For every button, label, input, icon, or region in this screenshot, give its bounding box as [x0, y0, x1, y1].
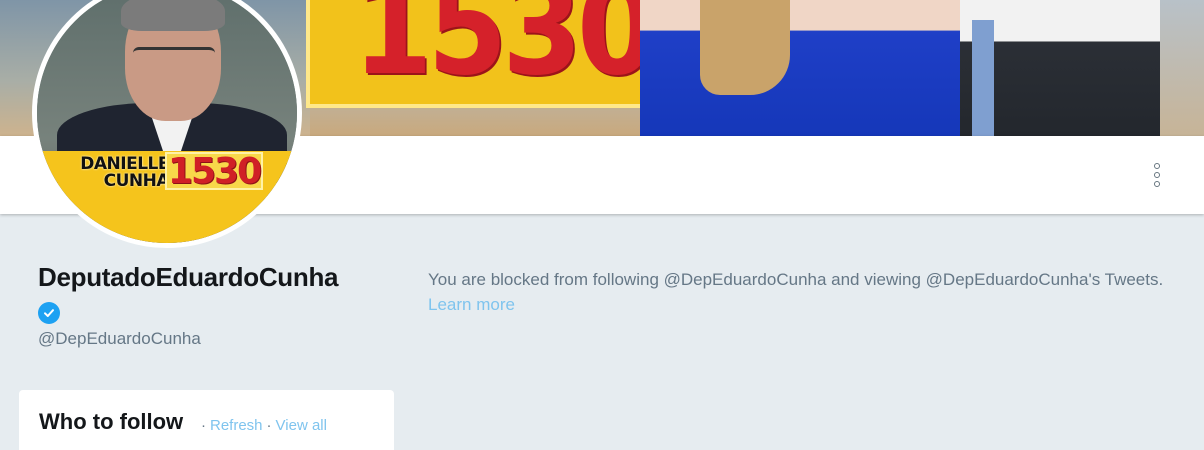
avatar-hair — [121, 0, 225, 31]
banner-tie — [972, 20, 994, 136]
profile-name[interactable]: DeputadoEduardoCunha — [38, 262, 339, 293]
view-all-link[interactable]: View all — [276, 417, 327, 434]
banner-woman — [640, 0, 1000, 136]
profile-avatar[interactable]: DANIELLE CUNHA 1530 — [32, 0, 302, 248]
avatar-campaign-number: 1530 — [165, 151, 263, 192]
profile-screen-name[interactable]: @DepEduardoCunha — [38, 329, 201, 349]
who-to-follow-links: · Refresh · View all — [197, 417, 327, 434]
avatar-campaign-name: DANIELLE CUNHA — [69, 156, 169, 190]
banner-city-right — [1160, 0, 1204, 136]
separator-dot: · — [266, 417, 272, 434]
verified-badge-icon — [38, 302, 60, 324]
banner-woman-hair — [700, 0, 790, 95]
checkmark-icon — [44, 309, 54, 317]
refresh-link[interactable]: Refresh — [210, 417, 263, 434]
banner-number: 1530 — [352, 0, 656, 104]
learn-more-link[interactable]: Learn more — [428, 295, 515, 314]
more-vertical-icon-dot — [1154, 172, 1160, 178]
more-vertical-icon — [1154, 163, 1160, 169]
who-to-follow-card: Who to follow · Refresh · View all — [19, 390, 394, 450]
avatar-name-line2: CUNHA — [103, 171, 170, 191]
avatar-glasses — [133, 47, 215, 66]
more-options-button[interactable] — [1148, 162, 1166, 188]
separator-dot: · — [201, 417, 206, 434]
who-to-follow-title: Who to follow — [39, 409, 184, 434]
blocked-message: You are blocked from following @DepEduar… — [428, 267, 1168, 317]
blocked-message-text: You are blocked from following @DepEduar… — [428, 270, 1164, 289]
more-vertical-icon-dot — [1154, 181, 1160, 187]
